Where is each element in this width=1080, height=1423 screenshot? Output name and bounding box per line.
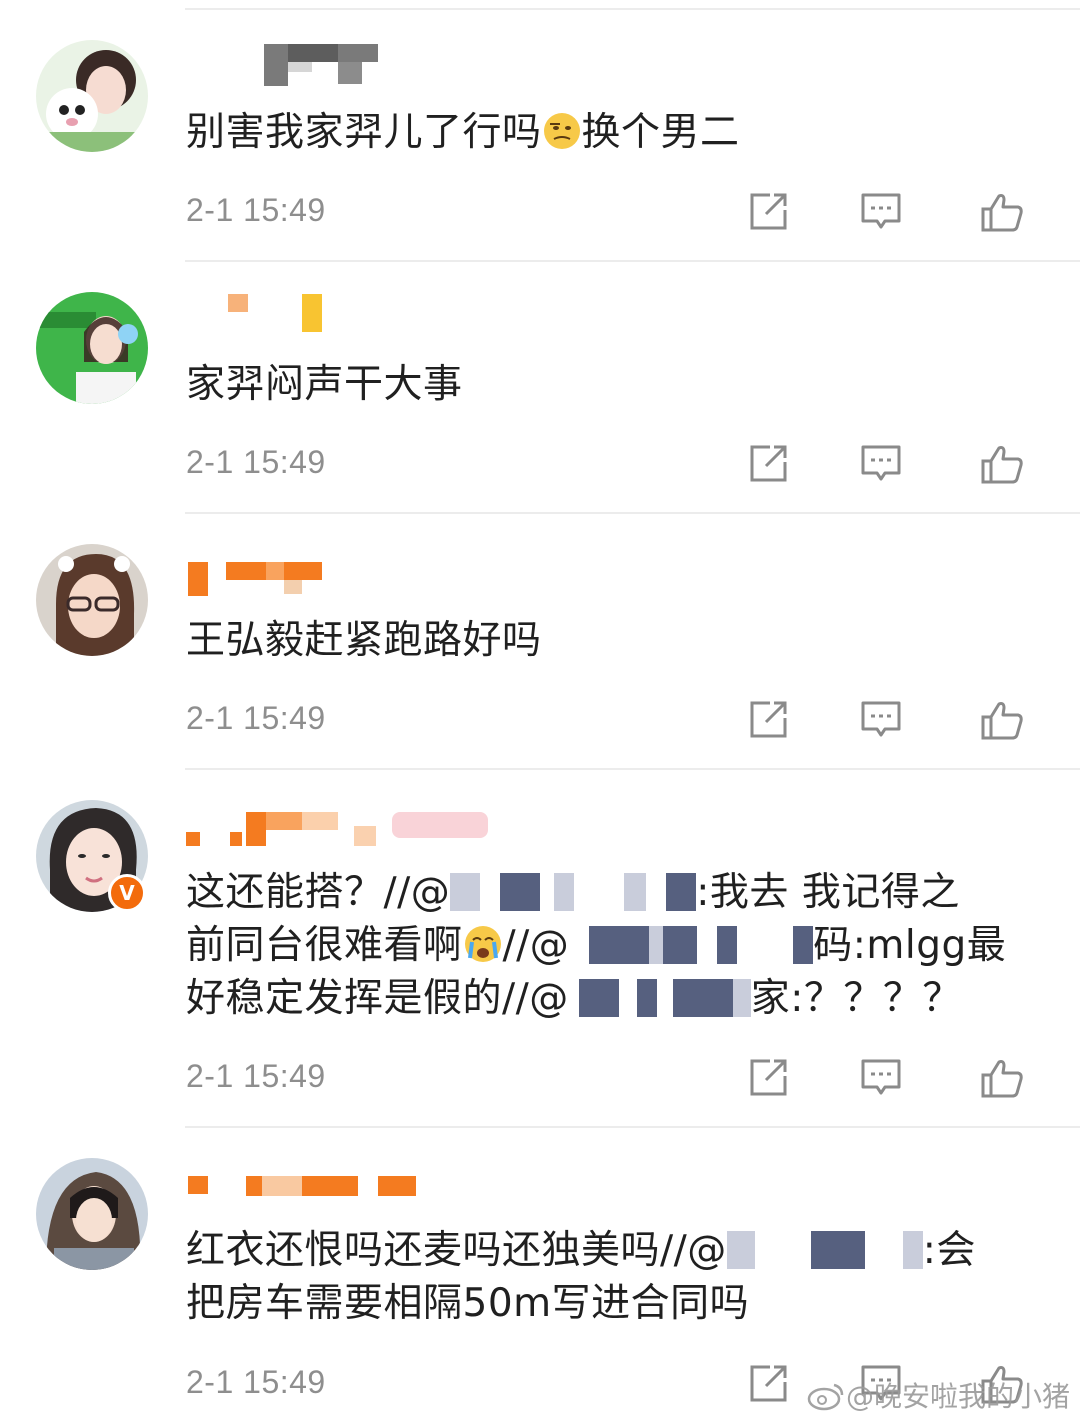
timestamp: 2-1 15:49 — [186, 1364, 326, 1400]
comment-button[interactable] — [859, 698, 903, 742]
share-icon — [750, 445, 787, 482]
avatar[interactable] — [36, 544, 148, 656]
weibo-logo-icon — [806, 1381, 846, 1411]
watermark: @晚安啦我的小猪 — [806, 1375, 1070, 1415]
share-icon — [750, 701, 787, 738]
divider — [185, 1126, 1080, 1128]
avatar[interactable] — [36, 292, 148, 404]
share-button[interactable] — [746, 190, 790, 234]
comment-text: 王弘毅赶紧跑路好吗 — [186, 618, 542, 663]
comment-text: 红衣还恨吗还麦吗还独美吗//@:会 把房车需要相隔50m写进合同吗 — [186, 1228, 976, 1326]
like-button[interactable] — [980, 442, 1024, 486]
like-button[interactable] — [980, 698, 1024, 742]
timestamp: 2-1 15:49 — [186, 192, 326, 228]
comment-button[interactable] — [859, 442, 903, 486]
divider — [185, 260, 1080, 262]
timestamp: 2-1 15:49 — [186, 1058, 326, 1094]
thumbs-up-icon — [981, 446, 1023, 484]
thumbs-up-icon — [981, 1060, 1023, 1098]
share-button[interactable] — [746, 1056, 790, 1100]
comment-icon — [861, 445, 901, 481]
comment-text: 这还能搭？//@:我去 我记得之 前同台很难看啊//@ 码:mlgg最 好稳定发挥… — [186, 870, 1007, 1021]
comment-icon — [861, 193, 901, 229]
share-icon — [750, 1365, 787, 1402]
thumbs-up-icon — [981, 194, 1023, 232]
share-icon — [750, 1059, 787, 1096]
like-button[interactable] — [980, 190, 1024, 234]
comment-icon — [861, 701, 901, 737]
timestamp: 2-1 15:49 — [186, 700, 326, 736]
comment-button[interactable] — [859, 190, 903, 234]
thumbs-up-icon — [981, 702, 1023, 740]
share-icon — [750, 193, 787, 230]
divider — [185, 512, 1080, 514]
comment-text: 别害我家羿儿了行吗 换个男二 — [186, 110, 740, 155]
divider — [185, 8, 1080, 10]
divider — [185, 768, 1080, 770]
comment-icon — [861, 1059, 901, 1095]
timestamp: 2-1 15:49 — [186, 444, 326, 480]
crying-face-emoji — [463, 924, 503, 964]
like-button[interactable] — [980, 1056, 1024, 1100]
share-button[interactable] — [746, 698, 790, 742]
avatar[interactable] — [36, 40, 148, 152]
thinking-face-emoji — [542, 111, 582, 151]
verified-badge: V — [108, 874, 146, 912]
comment-button[interactable] — [859, 1056, 903, 1100]
share-button[interactable] — [746, 442, 790, 486]
share-button[interactable] — [746, 1362, 790, 1406]
comment-text: 家羿闷声干大事 — [186, 362, 463, 407]
avatar[interactable] — [36, 1158, 148, 1270]
